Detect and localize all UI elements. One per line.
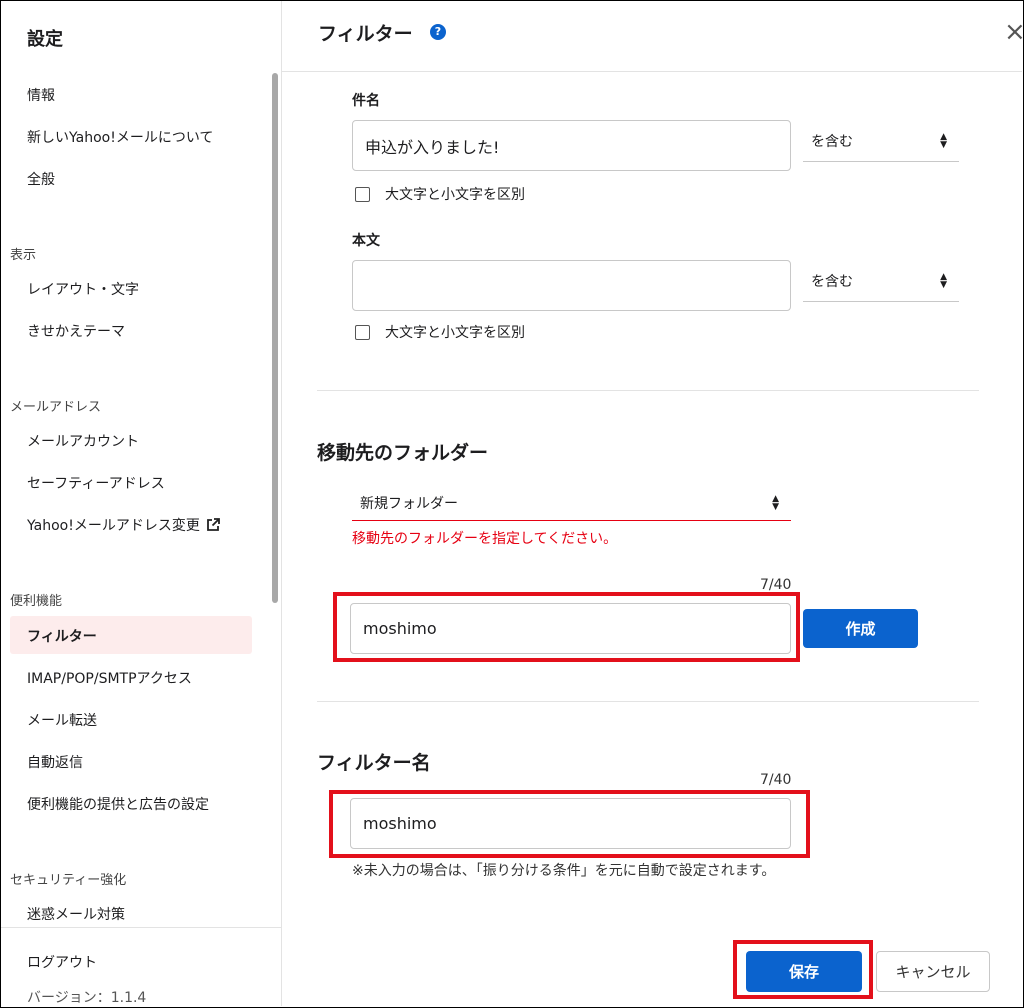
body-case-checkbox[interactable]: 大文字と小文字を区別 bbox=[355, 322, 525, 342]
select-arrows-icon: ▲ ▼ bbox=[772, 493, 779, 512]
sidebar-item-address-change-label: Yahoo!メールアドレス変更 bbox=[27, 518, 200, 534]
divider bbox=[317, 701, 979, 702]
logout-link[interactable]: ログアウト bbox=[27, 952, 97, 972]
sidebar-item-safety-address[interactable]: セーフティーアドレス bbox=[27, 473, 165, 493]
new-folder-name-input[interactable]: moshimo bbox=[350, 603, 791, 654]
filter-name-section-title: フィルター名 bbox=[317, 752, 431, 774]
sidebar-item-ad-settings[interactable]: 便利機能の提供と広告の設定 bbox=[27, 794, 209, 814]
sidebar-item-layout[interactable]: レイアウト・文字 bbox=[27, 279, 139, 299]
help-icon[interactable]: ? bbox=[430, 24, 446, 40]
body-case-label: 大文字と小文字を区別 bbox=[385, 325, 525, 341]
sidebar-item-filter[interactable]: フィルター bbox=[27, 626, 97, 646]
body-input[interactable] bbox=[352, 260, 791, 311]
filter-name-hint: ※未入力の場合は、「振り分ける条件」を元に自動で設定されます。 bbox=[352, 863, 776, 879]
sidebar-item-forwarding[interactable]: メール転送 bbox=[27, 710, 97, 730]
save-button[interactable]: 保存 bbox=[746, 951, 862, 992]
sidebar-item-info[interactable]: 情報 bbox=[27, 85, 55, 105]
select-arrows-icon: ▲ ▼ bbox=[940, 271, 947, 290]
body-condition-value: を含む bbox=[811, 273, 853, 290]
divider bbox=[317, 390, 979, 391]
subject-condition-select[interactable]: を含む ▲ ▼ bbox=[803, 120, 959, 162]
page-title: フィルター bbox=[318, 23, 413, 45]
sidebar-item-spam[interactable]: 迷惑メール対策 bbox=[27, 904, 125, 924]
sidebar-title: 設定 bbox=[27, 29, 63, 50]
subject-condition-value: を含む bbox=[811, 133, 853, 150]
select-arrows-icon: ▲ ▼ bbox=[940, 131, 947, 150]
body-label: 本文 bbox=[352, 233, 380, 249]
panel-header: フィルター ? × bbox=[282, 1, 1024, 72]
sidebar-item-theme[interactable]: きせかえテーマ bbox=[27, 321, 125, 341]
cancel-button[interactable]: キャンセル bbox=[876, 951, 990, 992]
sidebar-section-security: セキュリティー強化 bbox=[10, 873, 127, 888]
filter-name-input[interactable]: moshimo bbox=[350, 798, 791, 849]
subject-case-checkbox[interactable]: 大文字と小文字を区別 bbox=[355, 184, 525, 204]
sidebar-item-auto-reply[interactable]: 自動返信 bbox=[27, 752, 83, 772]
folder-section-title: 移動先のフォルダー bbox=[317, 442, 489, 464]
subject-case-label: 大文字と小文字を区別 bbox=[385, 187, 525, 203]
sidebar-item-mail-account[interactable]: メールアカウント bbox=[27, 431, 139, 451]
sidebar-item-address-change[interactable]: Yahoo!メールアドレス変更 bbox=[27, 515, 220, 536]
sidebar-section-mail-address: メールアドレス bbox=[10, 400, 102, 415]
sidebar-section-display: 表示 bbox=[10, 248, 37, 263]
version-label: バージョン：1.1.4 bbox=[27, 990, 147, 1006]
external-link-icon bbox=[206, 518, 220, 536]
checkbox-icon[interactable] bbox=[355, 324, 370, 340]
checkbox-icon[interactable] bbox=[355, 186, 370, 202]
create-folder-button[interactable]: 作成 bbox=[803, 609, 918, 648]
subject-input[interactable]: 申込が入りました! bbox=[352, 120, 791, 171]
sidebar-scrollbar[interactable] bbox=[272, 73, 278, 603]
sidebar-section-tools: 便利機能 bbox=[10, 594, 63, 609]
folder-error-message: 移動先のフォルダーを指定してください。 bbox=[352, 531, 618, 547]
subject-label: 件名 bbox=[352, 93, 380, 109]
sidebar-divider bbox=[1, 927, 281, 928]
sidebar-item-imap-pop-smtp[interactable]: IMAP/POP/SMTPアクセス bbox=[27, 668, 192, 688]
folder-select-value: 新規フォルダー bbox=[360, 495, 458, 512]
body-condition-select[interactable]: を含む ▲ ▼ bbox=[803, 260, 959, 302]
sidebar-item-general[interactable]: 全般 bbox=[27, 169, 55, 189]
close-icon[interactable]: × bbox=[1004, 17, 1024, 47]
settings-sidebar: 設定 情報 新しいYahoo!メールについて 全般 表示 レイアウト・文字 きせ… bbox=[1, 1, 282, 1006]
filter-name-counter: 7/40 bbox=[760, 772, 792, 788]
folder-select[interactable]: 新規フォルダー ▲ ▼ bbox=[352, 485, 791, 521]
sidebar-item-about-new-mail[interactable]: 新しいYahoo!メールについて bbox=[27, 127, 213, 147]
folder-name-counter: 7/40 bbox=[760, 577, 792, 593]
